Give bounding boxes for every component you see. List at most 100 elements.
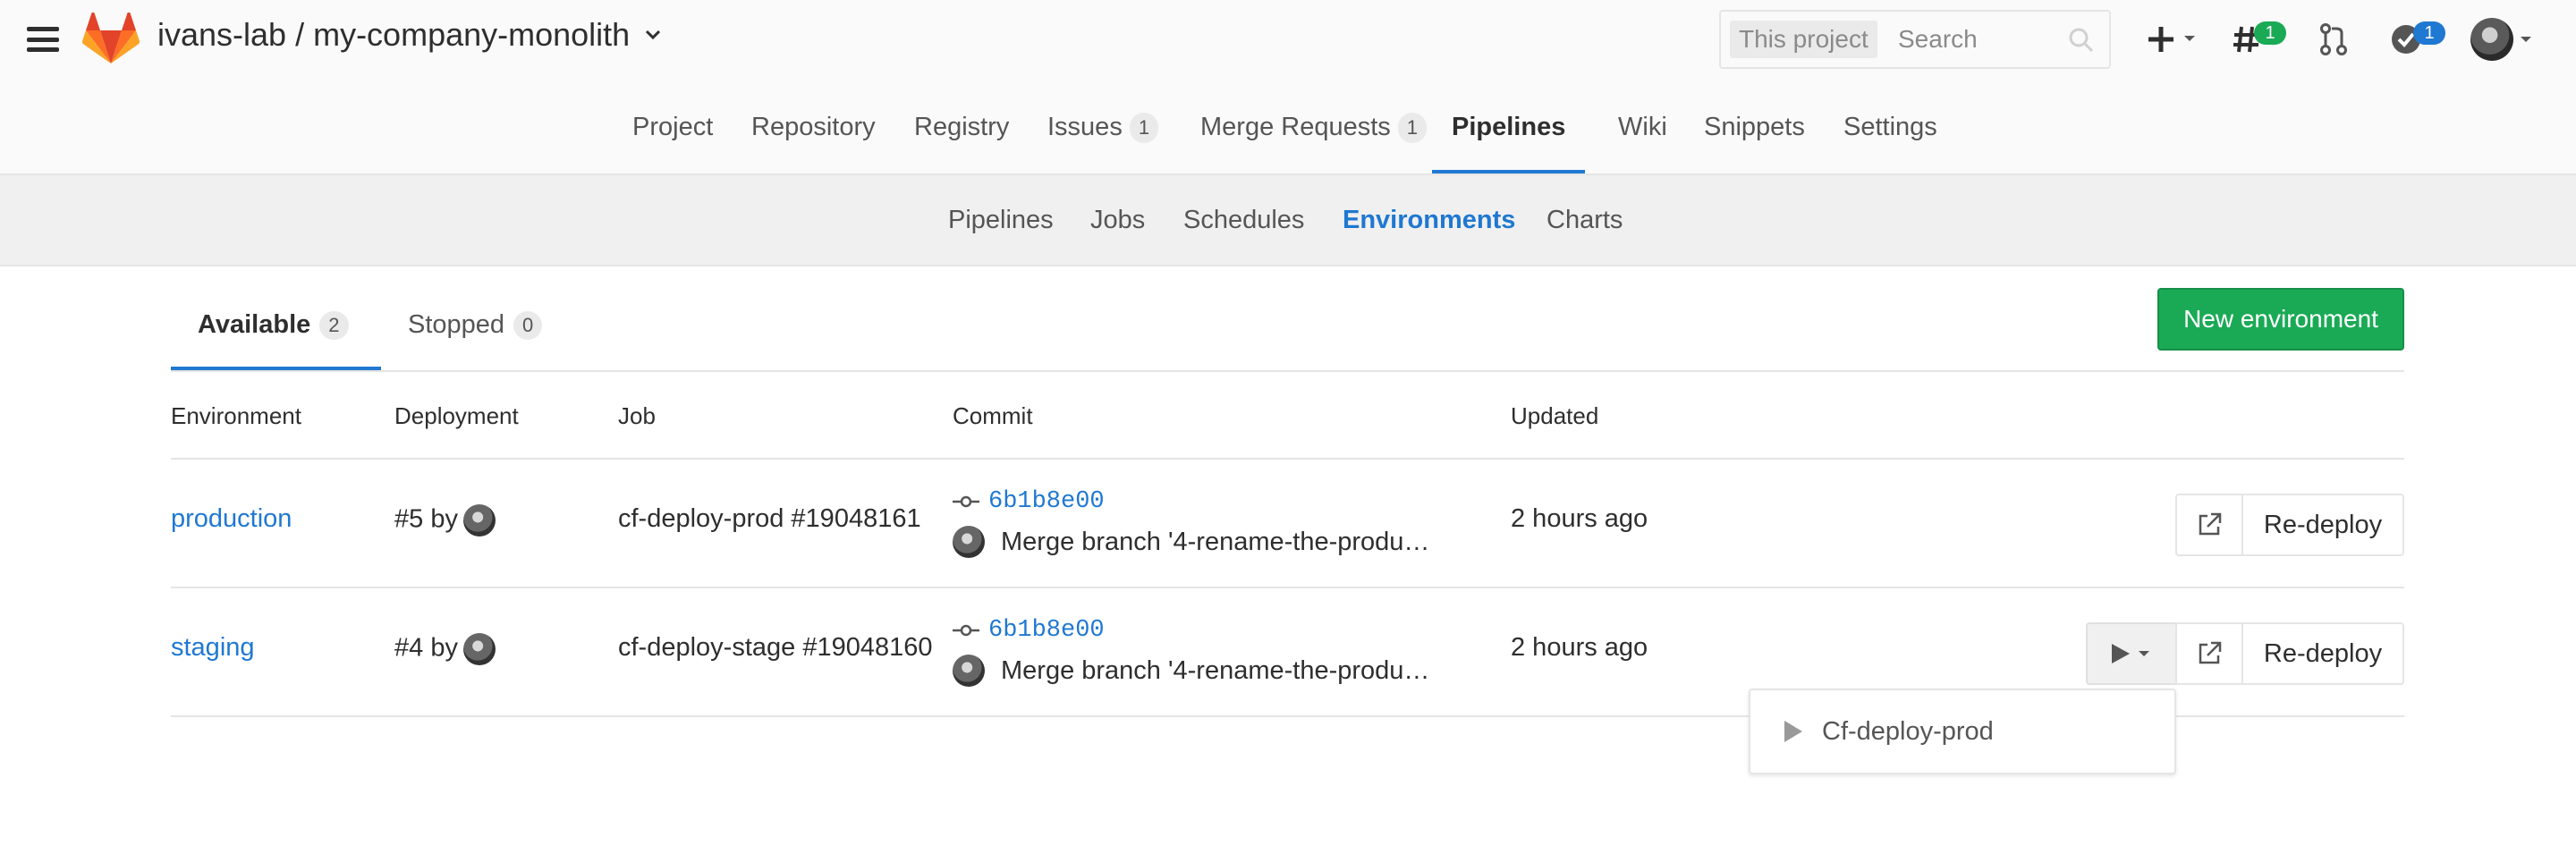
nav-settings[interactable]: Settings: [1843, 80, 1937, 173]
top-header: ivans-lab / my-company-monolith This pro…: [0, 0, 2576, 80]
nav-wiki[interactable]: Wiki: [1618, 80, 1667, 173]
subnav-label: Charts: [1546, 206, 1623, 234]
deployer-avatar[interactable]: [462, 504, 496, 537]
nav-project[interactable]: Project: [632, 80, 713, 173]
environment-link[interactable]: staging: [171, 633, 255, 663]
search-icon: [2069, 28, 2094, 53]
pipelines-subnav: Pipelines Jobs Schedules Environments Ch…: [0, 175, 2576, 266]
subnav-jobs[interactable]: Jobs: [1090, 175, 1145, 265]
commit-author-avatar[interactable]: [953, 526, 985, 558]
dropdown-item-label: Cf-deploy-prod: [1822, 717, 1994, 746]
deployment-number: #5 by: [394, 504, 458, 534]
play-icon: [2112, 644, 2149, 663]
chevron-down-icon: [2521, 37, 2531, 42]
chevron-down-icon: [646, 30, 661, 40]
nav-merge-requests[interactable]: Merge Requests 1: [1200, 80, 1428, 173]
deployment-cell: #4 by: [394, 633, 496, 665]
commit-sha-line[interactable]: 6b1b8e00: [953, 488, 1105, 515]
commit-sha-line[interactable]: 6b1b8e00: [953, 617, 1105, 644]
gitlab-logo[interactable]: [82, 13, 140, 64]
environment-tabs: Available 2 Stopped 0: [171, 288, 2404, 372]
commit-message[interactable]: Merge branch '4-rename-the-produ…: [1001, 656, 1429, 686]
subnav-label: Jobs: [1090, 206, 1146, 234]
todos-shortcut[interactable]: 1: [2390, 16, 2445, 63]
subnav-charts[interactable]: Charts: [1546, 175, 1623, 265]
commit-message-line: Merge branch '4-rename-the-produ…: [953, 526, 1429, 558]
nav-label: Pipelines: [1452, 113, 1566, 141]
external-link-icon: [2199, 512, 2222, 536]
manual-actions-button[interactable]: [2086, 622, 2177, 685]
commit-sha: 6b1b8e00: [988, 617, 1105, 644]
nav-repository[interactable]: Repository: [751, 80, 876, 173]
nav-pipelines[interactable]: Pipelines: [1432, 80, 1586, 173]
updated-time: 2 hours ago: [1511, 504, 1648, 533]
nav-label: Project: [632, 113, 714, 141]
tab-label: Stopped: [408, 310, 505, 339]
deployment-number: #4 by: [394, 633, 458, 663]
nav-label: Wiki: [1618, 113, 1667, 141]
nav-label: Issues: [1047, 113, 1123, 141]
tab-stopped[interactable]: Stopped 0: [381, 288, 569, 370]
merge-requests-shortcut[interactable]: [2318, 16, 2349, 63]
merge-request-icon: [2320, 23, 2347, 55]
hamburger-menu-icon[interactable]: [27, 27, 59, 52]
plus-icon: [2148, 27, 2195, 52]
search-scope-label[interactable]: This project: [1730, 21, 1877, 58]
job-link[interactable]: cf-deploy-prod #19048161: [618, 504, 921, 534]
column-updated: Updated: [1511, 402, 1599, 429]
nav-label: Settings: [1843, 113, 1937, 141]
new-dropdown[interactable]: [2148, 16, 2206, 63]
manual-actions-dropdown: Cf-deploy-prod: [1749, 689, 2176, 774]
commit-sha: 6b1b8e00: [988, 488, 1105, 515]
redeploy-button[interactable]: Re-deploy: [2241, 622, 2404, 685]
updated-time: 2 hours ago: [1511, 633, 1648, 662]
redeploy-button[interactable]: Re-deploy: [2241, 494, 2404, 556]
subnav-label: Pipelines: [948, 206, 1054, 234]
nav-snippets[interactable]: Snippets: [1704, 80, 1805, 173]
issues-count-badge: 1: [2254, 21, 2286, 45]
external-link-button[interactable]: [2175, 494, 2243, 556]
commit-author-avatar[interactable]: [953, 655, 985, 687]
subnav-label: Environments: [1343, 206, 1516, 234]
available-count: 2: [319, 311, 349, 341]
deployment-cell: #5 by: [394, 504, 496, 537]
subnav-environments[interactable]: Environments: [1343, 175, 1515, 265]
job-link[interactable]: cf-deploy-stage #19048160: [618, 633, 932, 663]
table-header: Environment Deployment Job Commit Update…: [171, 374, 2404, 460]
nav-label: Registry: [914, 113, 1010, 141]
nav-issues[interactable]: Issues 1: [1047, 80, 1159, 173]
column-deployment: Deployment: [394, 402, 519, 429]
deployer-avatar[interactable]: [462, 633, 496, 665]
tab-label: Available: [198, 310, 311, 339]
project-title-text: ivans-lab / my-company-monolith: [157, 16, 631, 53]
issues-shortcut[interactable]: 1: [2233, 16, 2286, 63]
user-avatar: [2470, 18, 2513, 61]
search-input[interactable]: [1896, 19, 2061, 60]
issues-count: 1: [1129, 113, 1159, 144]
subnav-pipelines[interactable]: Pipelines: [948, 175, 1054, 265]
external-link-button[interactable]: [2175, 622, 2243, 685]
search-box[interactable]: This project: [1719, 10, 2111, 69]
subnav-label: Schedules: [1183, 206, 1305, 234]
nav-registry[interactable]: Registry: [914, 80, 1009, 173]
external-link-icon: [2199, 641, 2222, 664]
todos-count-badge: 1: [2413, 21, 2445, 45]
stopped-count: 0: [513, 311, 543, 341]
column-job: Job: [618, 402, 656, 429]
project-title[interactable]: ivans-lab / my-company-monolith: [157, 16, 664, 54]
environment-link[interactable]: production: [171, 504, 292, 534]
nav-label: Repository: [751, 113, 876, 141]
tab-available[interactable]: Available 2: [171, 288, 381, 370]
project-nav: Project Repository Registry Issues 1 Merg…: [0, 80, 2576, 175]
user-menu[interactable]: [2470, 16, 2538, 63]
commit-message[interactable]: Merge branch '4-rename-the-produ…: [1001, 528, 1429, 557]
commit-icon: [953, 624, 979, 637]
column-commit: Commit: [953, 402, 1033, 429]
subnav-schedules[interactable]: Schedules: [1183, 175, 1304, 265]
new-environment-button[interactable]: New environment: [2157, 288, 2404, 351]
nav-label: Snippets: [1704, 113, 1805, 141]
nav-label: Merge Requests: [1200, 113, 1391, 141]
dropdown-item-cf-deploy-prod[interactable]: Cf-deploy-prod: [1783, 690, 1994, 773]
commit-message-line: Merge branch '4-rename-the-produ…: [953, 655, 1429, 687]
play-icon: [1784, 721, 1802, 742]
